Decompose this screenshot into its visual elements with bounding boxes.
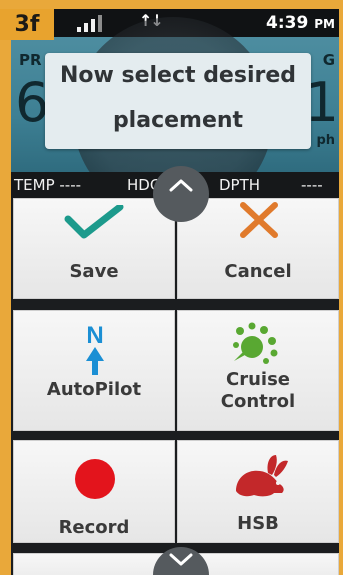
chevron-up-icon bbox=[169, 179, 193, 192]
scroll-up-button[interactable] bbox=[153, 166, 209, 222]
svg-text:N: N bbox=[86, 322, 103, 349]
record-button[interactable]: Record bbox=[13, 440, 175, 543]
signal-strength-icon bbox=[77, 15, 117, 32]
cruise-control-button[interactable]: Cruise Control bbox=[177, 310, 339, 431]
left-gauge-label: PR bbox=[19, 51, 42, 69]
right-gauge-unit: ph bbox=[316, 133, 335, 148]
step-badge: 3f bbox=[0, 9, 54, 40]
record-dot-icon bbox=[75, 459, 115, 499]
hsb-label: HSB bbox=[237, 513, 279, 534]
cruise-control-label-1: Cruise bbox=[226, 369, 290, 390]
autopilot-label: AutoPilot bbox=[46, 379, 142, 400]
prompt-line-1: Now select desired bbox=[59, 63, 297, 88]
autopilot-button[interactable]: N AutoPilot bbox=[13, 310, 175, 431]
chevron-down-icon bbox=[169, 553, 193, 566]
save-label: Save bbox=[69, 261, 119, 282]
cruise-control-label-2: Control bbox=[220, 391, 296, 412]
hsb-button[interactable]: HSB bbox=[177, 440, 339, 543]
record-label: Record bbox=[58, 517, 130, 538]
device-screen: ↑↓ 4:39 PM PR 6 G 1 ph Now select desire… bbox=[11, 9, 339, 575]
clock-time: 4:39 bbox=[266, 13, 309, 33]
temp-readout: TEMP ---- bbox=[14, 176, 82, 194]
rabbit-icon bbox=[236, 455, 288, 497]
depth-label: DPTH bbox=[219, 176, 261, 194]
cancel-label: Cancel bbox=[224, 261, 292, 282]
cruise-control-icon bbox=[233, 322, 278, 364]
placement-prompt: Now select desired placement bbox=[45, 53, 311, 149]
autopilot-north-arrow-icon: N bbox=[86, 322, 104, 375]
prompt-line-2: placement bbox=[112, 108, 244, 133]
shortcut-grid: Save Cancel N AutoPilot Cruise Control R… bbox=[11, 198, 339, 575]
clock-ampm: PM bbox=[314, 17, 335, 31]
checkmark-icon bbox=[64, 205, 124, 239]
clock: 4:39 PM bbox=[266, 13, 335, 33]
save-button[interactable]: Save bbox=[13, 198, 175, 299]
cancel-x-icon bbox=[240, 202, 278, 238]
right-gauge-label: G bbox=[322, 51, 335, 69]
device-frame: ↑↓ 4:39 PM PR 6 G 1 ph Now select desire… bbox=[0, 0, 343, 575]
depth-value: ---- bbox=[301, 176, 323, 194]
next-row-tile-left[interactable] bbox=[13, 553, 175, 575]
